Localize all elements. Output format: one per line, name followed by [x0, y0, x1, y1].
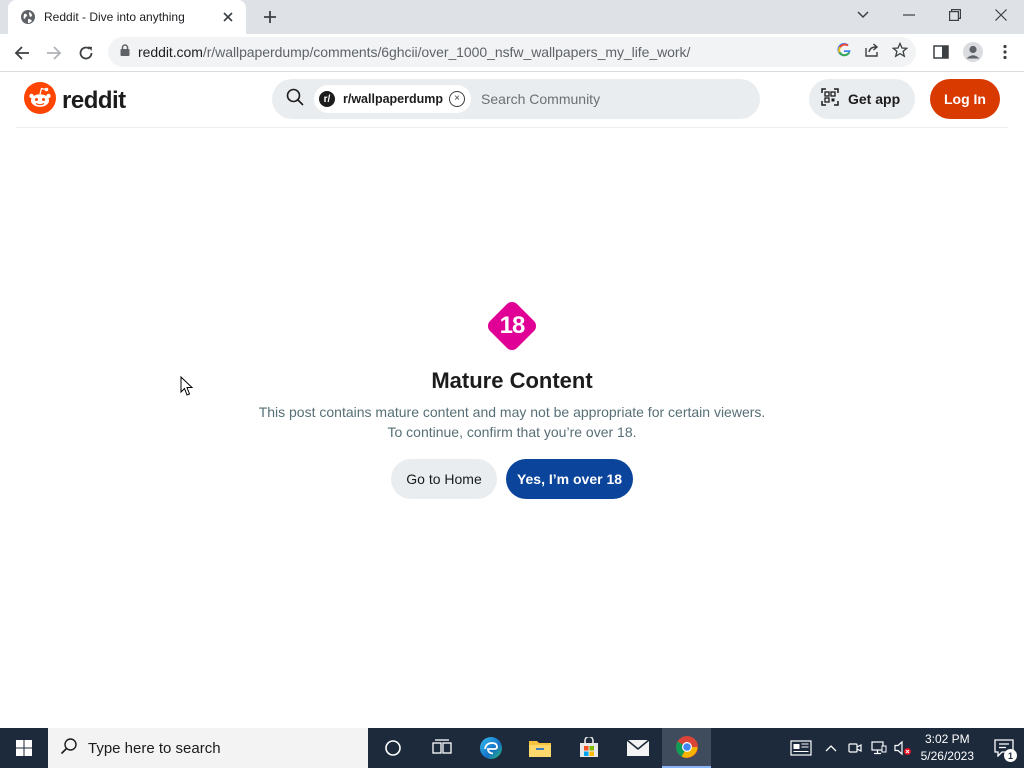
reddit-header: reddit r/ r/wallpaperdump × Get app Log … — [16, 72, 1008, 128]
forward-arrow-icon[interactable] — [38, 37, 70, 69]
more-menu-icon[interactable] — [992, 37, 1018, 67]
back-arrow-icon[interactable] — [6, 37, 38, 69]
reddit-logo[interactable]: reddit — [24, 82, 126, 119]
taskbar-search-placeholder: Type here to search — [88, 739, 221, 757]
side-panel-icon[interactable] — [928, 37, 954, 67]
close-tab-icon[interactable] — [220, 9, 236, 25]
mail-icon[interactable] — [613, 728, 662, 768]
system-tray: 3:02 PM 5/26/2023 1 — [783, 728, 1024, 768]
tab-search-icon[interactable] — [840, 0, 886, 30]
close-window-icon[interactable] — [978, 0, 1024, 30]
search-icon — [286, 88, 304, 111]
confirm-over-18-button[interactable]: Yes, I’m over 18 — [506, 459, 633, 499]
volume-muted-icon[interactable] — [891, 728, 915, 768]
chrome-icon[interactable] — [662, 728, 711, 768]
qr-code-icon — [821, 87, 839, 111]
mature-content-notice: 18 Mature Content This post contains mat… — [0, 300, 1024, 499]
meet-now-icon[interactable] — [843, 728, 867, 768]
notification-center-icon[interactable]: 1 — [984, 728, 1024, 768]
minimize-icon[interactable] — [886, 0, 932, 30]
clear-community-icon[interactable]: × — [449, 91, 466, 107]
address-bar[interactable]: reddit.com/r/wallpaperdump/comments/6ghc… — [108, 37, 916, 67]
community-search-bar[interactable]: r/ r/wallpaperdump × — [272, 79, 760, 119]
get-app-label: Get app — [848, 91, 901, 107]
browser-tabstrip: Reddit - Dive into anything — [0, 0, 1024, 34]
get-app-button[interactable]: Get app — [809, 79, 915, 119]
edge-browser-icon[interactable] — [466, 728, 515, 768]
windows-start-icon[interactable] — [0, 728, 48, 768]
nsfw-18-badge: 18 — [486, 300, 538, 352]
profile-avatar-icon[interactable] — [960, 37, 986, 67]
notification-count-badge: 1 — [1004, 749, 1017, 762]
community-chip-label: r/wallpaperdump — [343, 92, 444, 106]
notice-description-line1: This post contains mature content and ma… — [258, 404, 766, 420]
tab-title: Reddit - Dive into anything — [44, 10, 185, 24]
lock-icon[interactable] — [120, 43, 130, 61]
search-input[interactable] — [481, 91, 732, 107]
bookmark-star-icon[interactable] — [891, 41, 909, 63]
notice-actions: Go to Home Yes, I’m over 18 — [0, 459, 1024, 499]
notice-title: Mature Content — [431, 368, 593, 393]
google-lens-icon[interactable] — [836, 42, 852, 63]
news-widget-icon[interactable] — [783, 728, 819, 768]
mouse-cursor-icon — [180, 375, 194, 402]
chevron-up-icon[interactable] — [819, 728, 843, 768]
taskbar-search-box[interactable]: Type here to search — [48, 728, 368, 768]
task-view-icon[interactable] — [417, 728, 466, 768]
share-icon[interactable] — [864, 42, 880, 63]
clock-date: 5/26/2023 — [920, 749, 974, 763]
browser-tab[interactable]: Reddit - Dive into anything — [8, 0, 246, 34]
login-button[interactable]: Log In — [930, 79, 1000, 119]
clock-time: 3:02 PM — [924, 732, 970, 746]
microsoft-store-icon[interactable] — [564, 728, 613, 768]
new-tab-icon[interactable] — [258, 6, 282, 28]
url-host: reddit.com — [138, 44, 203, 60]
system-clock[interactable]: 3:02 PM 5/26/2023 — [921, 731, 974, 765]
subreddit-avatar-icon: r/ — [319, 91, 335, 107]
notice-description: This post contains mature content and ma… — [0, 402, 1024, 442]
reload-icon[interactable] — [70, 37, 102, 69]
cortana-icon[interactable] — [368, 728, 417, 768]
network-icon[interactable] — [867, 728, 891, 768]
go-to-home-button[interactable]: Go to Home — [391, 459, 497, 499]
file-explorer-icon[interactable] — [515, 728, 564, 768]
notice-description-line2: To continue, confirm that you’re over 18… — [387, 424, 637, 440]
community-chip[interactable]: r/ r/wallpaperdump × — [314, 85, 472, 113]
url-path: /r/wallpaperdump/comments/6ghcii/over_10… — [202, 44, 691, 60]
snoo-logo-icon — [24, 82, 56, 119]
url-text: reddit.com/r/wallpaperdump/comments/6ghc… — [138, 44, 690, 60]
globe-icon — [20, 9, 36, 25]
browser-toolbar: reddit.com/r/wallpaperdump/comments/6ghc… — [0, 34, 1024, 72]
reddit-wordmark: reddit — [62, 86, 126, 114]
restore-icon[interactable] — [932, 0, 978, 30]
nsfw-badge-text: 18 — [499, 312, 526, 339]
search-icon — [60, 737, 78, 760]
windows-taskbar: Type here to search 3:02 PM 5/26/2023 1 — [0, 728, 1024, 768]
